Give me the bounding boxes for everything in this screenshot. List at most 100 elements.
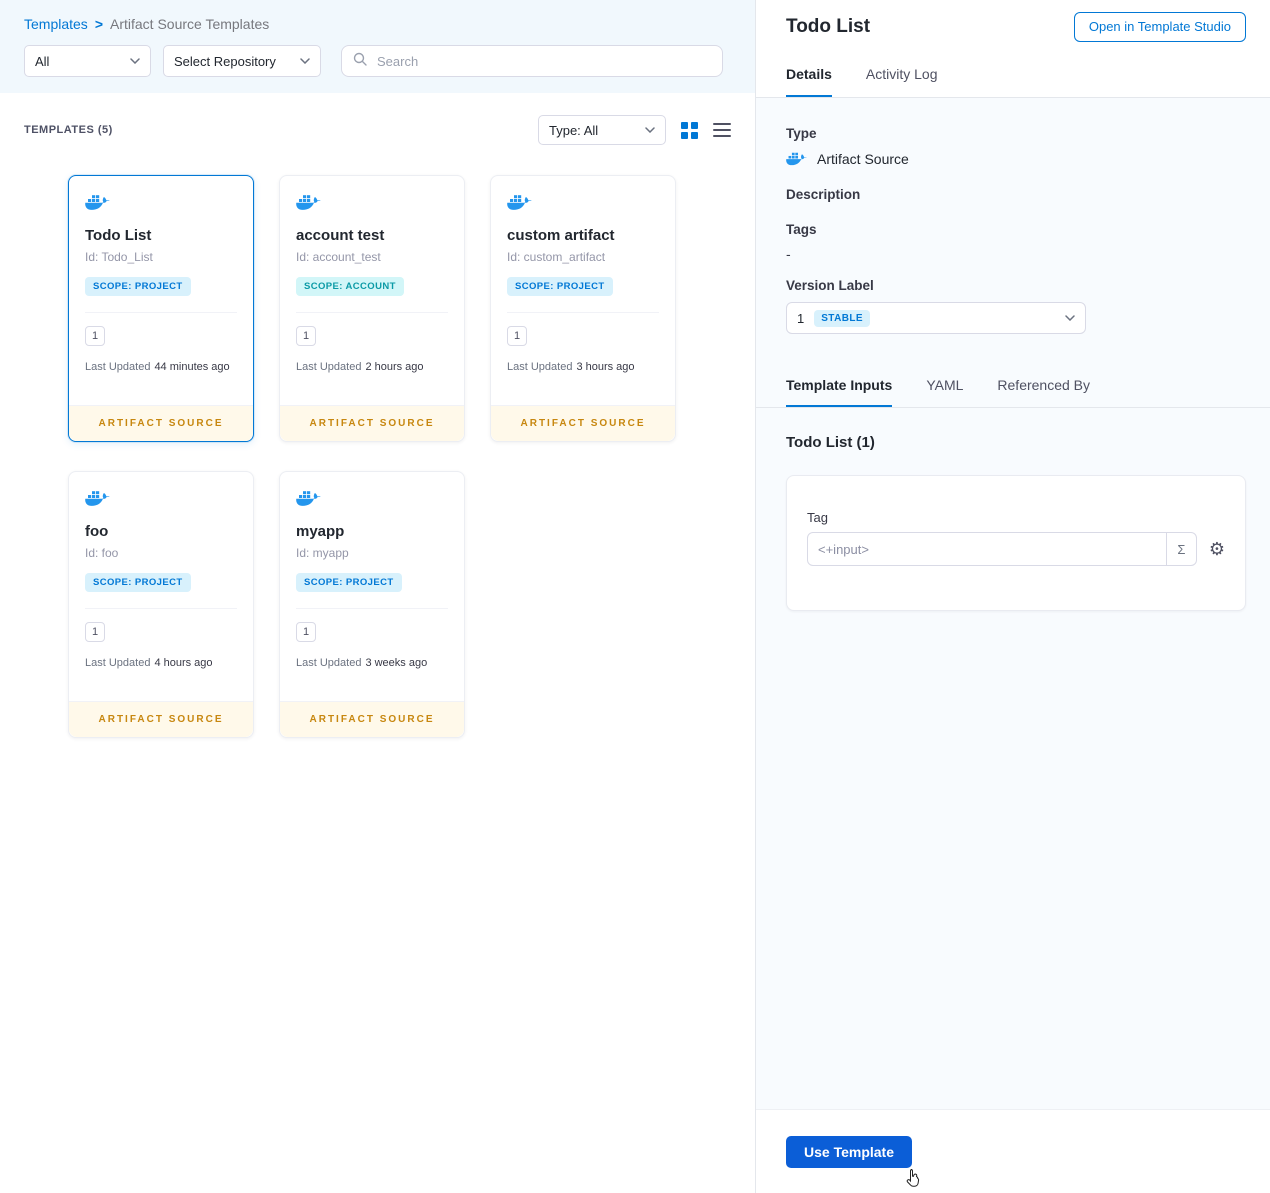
tab-activity-log[interactable]: Activity Log xyxy=(866,53,938,97)
inputs-heading: Todo List (1) xyxy=(786,434,875,451)
search-icon xyxy=(353,52,367,71)
last-updated: Last Updated 44 minutes ago xyxy=(85,361,237,373)
last-updated-label: Last Updated xyxy=(85,361,151,373)
last-updated: Last Updated 3 weeks ago xyxy=(296,657,448,669)
version-label: Version Label xyxy=(786,278,874,293)
template-card-todo-list[interactable]: Todo List Id: Todo_List SCOPE: PROJECT 1… xyxy=(68,175,254,442)
panel-title: Todo List xyxy=(786,15,871,37)
list-controls: Type: All xyxy=(538,115,731,145)
version-chip: 1 xyxy=(85,326,105,346)
type-label: Type xyxy=(786,126,817,141)
last-updated-value: 2 hours ago xyxy=(365,361,424,373)
templates-count: TEMPLATES (5) xyxy=(24,124,113,136)
chevron-down-icon xyxy=(300,58,310,64)
last-updated-value: 3 weeks ago xyxy=(365,657,428,669)
panel-footer: Use Template xyxy=(756,1109,1270,1193)
version-value: 1 xyxy=(797,310,805,326)
tab-details[interactable]: Details xyxy=(786,53,832,97)
input-type-selector-icon[interactable]: Σ xyxy=(1165,533,1196,565)
last-updated-label: Last Updated xyxy=(296,657,362,669)
template-card-account-test[interactable]: account test Id: account_test SCOPE: ACC… xyxy=(279,175,465,442)
template-title: Todo List xyxy=(85,227,152,244)
tags-label: Tags xyxy=(786,222,817,237)
tags-value: - xyxy=(786,246,791,262)
version-chip: 1 xyxy=(507,326,527,346)
template-id: Id: Todo_List xyxy=(85,250,153,264)
last-updated-value: 44 minutes ago xyxy=(154,361,230,373)
last-updated-label: Last Updated xyxy=(85,657,151,669)
version-chip: 1 xyxy=(85,622,105,642)
description-label: Description xyxy=(786,187,861,202)
details-section: Type Artifact Source Description Tags - … xyxy=(756,98,1270,334)
scope-badge: SCOPE: PROJECT xyxy=(85,277,191,296)
last-updated: Last Updated 2 hours ago xyxy=(296,361,448,373)
tab-yaml[interactable]: YAML xyxy=(926,364,963,407)
template-type-footer: ARTIFACT SOURCE xyxy=(280,405,464,441)
card-divider xyxy=(507,312,659,313)
repository-filter-value: Select Repository xyxy=(174,53,276,69)
tab-template-inputs[interactable]: Template Inputs xyxy=(786,364,893,407)
scope-filter-value: All xyxy=(35,53,50,69)
tab-referenced-by[interactable]: Referenced By xyxy=(997,364,1090,407)
type-filter-dropdown[interactable]: Type: All xyxy=(538,115,666,145)
template-card-myapp[interactable]: myapp Id: myapp SCOPE: PROJECT 1 Last Up… xyxy=(279,471,465,738)
tag-input-wrapper: Σ xyxy=(807,532,1197,566)
last-updated-value: 3 hours ago xyxy=(576,361,635,373)
tag-input[interactable] xyxy=(808,533,1166,565)
card-body: Todo List Id: Todo_List SCOPE: PROJECT 1… xyxy=(69,176,253,405)
breadcrumb: Templates > Artifact Source Templates xyxy=(24,16,731,32)
template-type-footer: ARTIFACT SOURCE xyxy=(69,405,253,441)
breadcrumb-templates-link[interactable]: Templates xyxy=(24,16,88,32)
filter-row: All Select Repository xyxy=(24,45,731,77)
card-divider xyxy=(85,312,237,313)
panel-tabs: Details Activity Log xyxy=(756,53,1270,98)
template-title: account test xyxy=(296,227,385,244)
type-value-row: Artifact Source xyxy=(786,150,1240,167)
template-type-footer: ARTIFACT SOURCE xyxy=(69,701,253,737)
tag-input-row: Σ ⚙ xyxy=(807,532,1225,566)
template-card-foo[interactable]: foo Id: foo SCOPE: PROJECT 1 Last Update… xyxy=(68,471,254,738)
last-updated-label: Last Updated xyxy=(296,361,362,373)
use-template-button[interactable]: Use Template xyxy=(786,1135,912,1168)
open-in-template-studio-button[interactable]: Open in Template Studio xyxy=(1073,11,1246,42)
template-title: myapp xyxy=(296,523,345,540)
template-id: Id: account_test xyxy=(296,250,381,264)
template-type-footer: ARTIFACT SOURCE xyxy=(491,405,675,441)
topbar: Templates > Artifact Source Templates Al… xyxy=(0,0,755,93)
stable-badge: STABLE xyxy=(814,309,870,327)
chevron-down-icon xyxy=(645,127,655,133)
docker-icon xyxy=(296,488,322,508)
templates-pane: Templates > Artifact Source Templates Al… xyxy=(0,0,755,1193)
docker-icon xyxy=(85,192,111,212)
version-label-dropdown[interactable]: 1 STABLE xyxy=(786,302,1086,334)
scope-filter-dropdown[interactable]: All xyxy=(24,45,151,77)
card-body: myapp Id: myapp SCOPE: PROJECT 1 Last Up… xyxy=(280,472,464,701)
last-updated-value: 4 hours ago xyxy=(154,657,213,669)
scope-badge: SCOPE: PROJECT xyxy=(507,277,613,296)
list-view-icon[interactable] xyxy=(713,123,731,137)
docker-icon xyxy=(85,488,111,508)
template-type-footer: ARTIFACT SOURCE xyxy=(280,701,464,737)
card-body: account test Id: account_test SCOPE: ACC… xyxy=(280,176,464,405)
inputs-tabs: Template Inputs YAML Referenced By xyxy=(756,364,1270,408)
inputs-card: Tag Σ ⚙ xyxy=(786,475,1246,611)
type-filter-value: Type: All xyxy=(549,122,599,138)
search-input[interactable] xyxy=(375,52,711,70)
scope-badge: SCOPE: PROJECT xyxy=(85,573,191,592)
breadcrumb-separator: > xyxy=(94,16,103,32)
scope-badge: SCOPE: PROJECT xyxy=(296,573,402,592)
repository-filter-dropdown[interactable]: Select Repository xyxy=(163,45,321,77)
template-card-custom-artifact[interactable]: custom artifact Id: custom_artifact SCOP… xyxy=(490,175,676,442)
card-divider xyxy=(85,608,237,609)
gear-icon[interactable]: ⚙ xyxy=(1209,540,1225,558)
template-title: custom artifact xyxy=(507,227,615,244)
scope-badge: SCOPE: ACCOUNT xyxy=(296,277,404,296)
template-card-grid: Todo List Id: Todo_List SCOPE: PROJECT 1… xyxy=(0,145,755,738)
list-header: TEMPLATES (5) Type: All xyxy=(0,115,755,145)
template-id: Id: custom_artifact xyxy=(507,250,606,264)
template-inputs-section: Todo List (1) Tag Σ ⚙ xyxy=(756,408,1270,611)
docker-icon xyxy=(296,192,322,212)
template-details-panel: Todo List Open in Template Studio Detail… xyxy=(755,0,1270,1193)
grid-view-icon[interactable] xyxy=(681,121,698,139)
card-body: foo Id: foo SCOPE: PROJECT 1 Last Update… xyxy=(69,472,253,701)
